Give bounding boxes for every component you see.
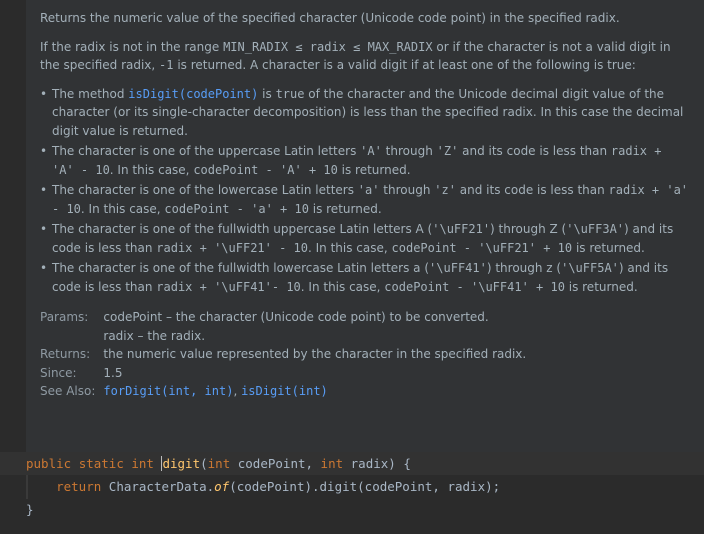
isdigit-int-link[interactable]: isDigit(int) (241, 384, 328, 398)
fordigit-link[interactable]: forDigit(int, int) (103, 384, 233, 398)
doc-summary: Returns the numeric value of the specifi… (40, 11, 620, 25)
condition-list: The method isDigit(codePoint) is true of… (40, 85, 690, 297)
doc-tags: Params: codePoint – the character (Unico… (40, 308, 526, 401)
since-label: Since: (40, 365, 77, 380)
list-item: The character is one of the fullwidth up… (40, 220, 690, 257)
code-line-close[interactable]: } (0, 498, 704, 521)
params-label: Params: (40, 310, 89, 324)
list-item: The character is one of the uppercase La… (40, 142, 690, 179)
see-also-label: See Also: (40, 384, 96, 398)
since-value: 1.5 (103, 365, 123, 380)
returns-label: Returns: (40, 347, 91, 361)
method-name: digit (162, 456, 201, 471)
doc-intro: If the radix is not in the range MIN_RAD… (40, 39, 671, 73)
code-line-return[interactable]: return CharacterData.of(codePoint).digit… (0, 475, 704, 498)
list-item: The method isDigit(codePoint) is true of… (40, 85, 690, 141)
isdigit-link[interactable]: isDigit(codePoint) (128, 87, 258, 101)
javadoc-popup: Returns the numeric value of the specifi… (26, 0, 704, 452)
code-minus-one: -1 (159, 58, 174, 72)
params-value: codePoint – the character (Unicode code … (103, 310, 489, 343)
returns-value: the numeric value represented by the cha… (103, 347, 527, 361)
list-item: The character is one of the lowercase La… (40, 181, 690, 218)
indent-guide (26, 475, 28, 499)
code-line-signature[interactable]: public static int digit(int codePoint, i… (0, 452, 704, 475)
code-editor[interactable]: public static int digit(int codePoint, i… (0, 452, 704, 521)
list-item: The character is one of the fullwidth lo… (40, 259, 690, 296)
see-also-value: forDigit(int, int), isDigit(int) (103, 384, 328, 398)
code-range: MIN_RADIX ≤ radix ≤ MAX_RADIX (223, 39, 433, 54)
